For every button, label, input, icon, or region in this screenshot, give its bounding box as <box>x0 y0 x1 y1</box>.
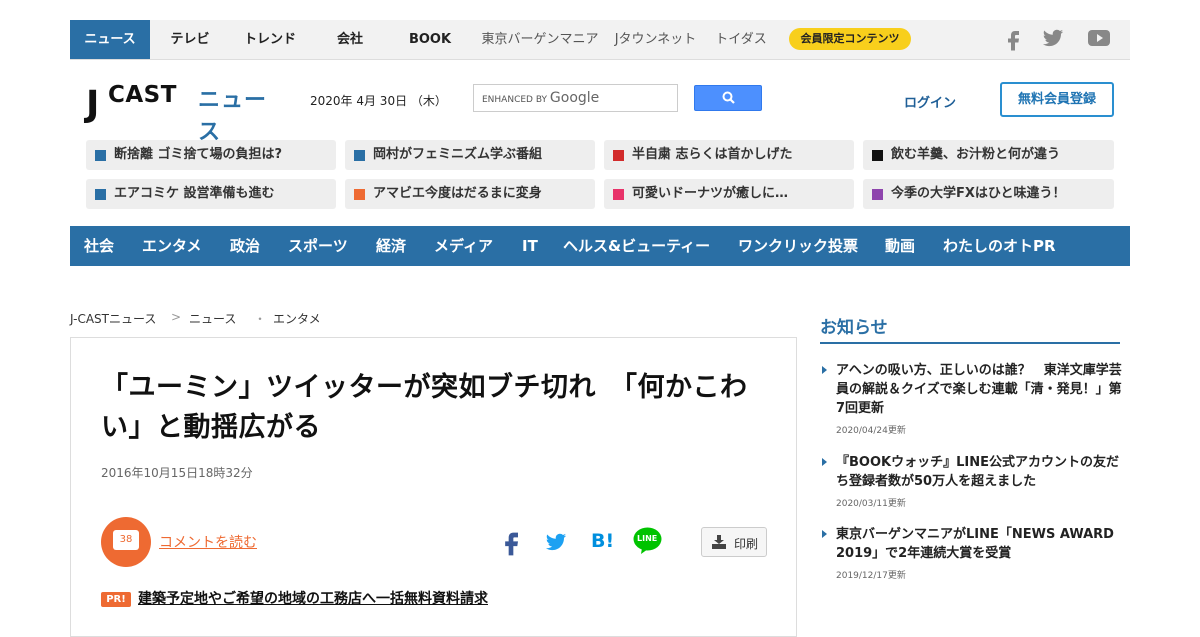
topic-marker <box>95 150 106 161</box>
top-nav-item-book[interactable]: BOOK <box>395 20 465 59</box>
topic-chip[interactable]: 断捨離 ゴミ捨て場の負担は? <box>86 140 336 170</box>
topic-label: 可愛いドーナツが癒しに… <box>632 186 789 201</box>
topic-marker <box>354 189 365 200</box>
article-headline: 「ユーミン」ツイッターが突如ブチ切れ 「何かこわい」と動揺広がる <box>101 372 748 443</box>
logo-j: J <box>86 84 100 125</box>
category-one-click-vote[interactable]: ワンクリック投票 <box>738 226 858 266</box>
topic-marker <box>613 150 624 161</box>
notice-title[interactable]: 『BOOKウォッチ』LINE公式アカウントの友だち登録者数が50万人を超えました <box>836 453 1126 491</box>
topic-chip[interactable]: 半自粛 志らくは首かしげた <box>604 140 854 170</box>
category-it[interactable]: IT <box>522 226 538 266</box>
search-button[interactable] <box>694 85 762 111</box>
search-input[interactable]: ENHANCED BY Google <box>473 84 678 112</box>
search-icon <box>722 91 735 104</box>
top-nav-item-company[interactable]: 会社 <box>315 20 385 59</box>
youtube-icon[interactable] <box>1087 27 1111 49</box>
notices-divider <box>820 342 1120 344</box>
printer-icon <box>712 535 726 549</box>
search-enhanced-label: ENHANCED BY <box>482 95 548 105</box>
topic-chip[interactable]: エアコミケ 設営準備も進む <box>86 179 336 209</box>
current-date: 2020年 4月 30日 （木） <box>310 94 447 108</box>
facebook-icon[interactable] <box>1005 27 1021 51</box>
topic-chip[interactable]: 飲む羊羹、お汁粉と何が違う <box>863 140 1114 170</box>
topic-label: エアコミケ 設営準備も進む <box>114 186 275 201</box>
category-video[interactable]: 動画 <box>885 226 915 266</box>
category-nav: 社会 エンタメ 政治 スポーツ 経済 メディア IT ヘルス&ビューティー ワン… <box>70 226 1130 266</box>
category-health-beauty[interactable]: ヘルス&ビューティー <box>563 226 710 266</box>
topic-chip[interactable]: 今季の大学FXはひと味違う！ <box>863 179 1114 209</box>
breadcrumb-entertainment[interactable]: エンタメ <box>273 310 321 327</box>
article-date: 2016年10月15日18時32分 <box>101 466 253 480</box>
member-content-button[interactable]: 会員限定コンテンツ <box>789 28 911 50</box>
topic-chip[interactable]: 可愛いドーナツが癒しに… <box>604 179 854 209</box>
search-google-label: Google <box>549 90 600 106</box>
breadcrumb-separator: > <box>171 310 182 324</box>
line-icon[interactable]: LINE <box>633 527 662 554</box>
logo-news: ニュース <box>198 88 268 145</box>
top-nav-item-trend[interactable]: トレンド <box>235 20 305 59</box>
bullet-arrow-icon <box>822 530 827 538</box>
comment-count-badge[interactable]: 38 <box>101 517 151 567</box>
topic-label: 今季の大学FXはひと味違う！ <box>891 186 1066 201</box>
topic-label: 岡村がフェミニズム学ぶ番組 <box>373 147 543 162</box>
read-comments-link[interactable]: コメントを読む <box>159 532 257 552</box>
pr-badge: PR! <box>101 592 131 607</box>
twitter-icon[interactable] <box>544 531 568 553</box>
comment-count: 38 <box>113 530 139 550</box>
topic-chip[interactable]: アマビエ今度はだるまに変身 <box>345 179 595 209</box>
category-society[interactable]: 社会 <box>84 226 114 266</box>
topic-label: 断捨離 ゴミ捨て場の負担は? <box>114 147 283 162</box>
login-link[interactable]: ログイン <box>904 92 956 111</box>
category-sports[interactable]: スポーツ <box>288 226 348 266</box>
breadcrumb-separator: ・ <box>254 312 267 326</box>
top-nav-item-news[interactable]: ニュース <box>70 20 150 59</box>
topic-marker <box>872 189 883 200</box>
topic-label: アマビエ今度はだるまに変身 <box>373 186 542 201</box>
category-economy[interactable]: 経済 <box>376 226 406 266</box>
bullet-arrow-icon <box>822 458 827 466</box>
top-nav-item-toidas[interactable]: トイダス <box>708 20 774 59</box>
topic-marker <box>95 189 106 200</box>
register-button[interactable]: 無料会員登録 <box>1000 82 1114 117</box>
notice-date: 2019/12/17更新 <box>836 571 906 581</box>
top-nav: ニュース テレビ トレンド 会社 BOOK 東京バーゲンマニア Jタウンネット … <box>70 20 1130 60</box>
topic-label: 半自粛 志らくは首かしげた <box>632 147 793 162</box>
notice-title[interactable]: 東京バーゲンマニアがLINE「NEWS AWARD 2019」で2年連続大賞を受… <box>836 525 1126 563</box>
category-entertainment[interactable]: エンタメ <box>142 226 202 266</box>
facebook-icon[interactable] <box>501 528 521 556</box>
breadcrumb-home[interactable]: J-CASTニュース <box>70 310 156 327</box>
notices-heading: お知らせ <box>820 318 888 338</box>
topic-label: 飲む羊羹、お汁粉と何が違う <box>891 147 1061 162</box>
category-politics[interactable]: 政治 <box>230 226 260 266</box>
twitter-icon[interactable] <box>1042 27 1064 49</box>
topic-marker <box>872 150 883 161</box>
topic-marker <box>354 150 365 161</box>
breadcrumb-news[interactable]: ニュース <box>189 310 236 327</box>
top-nav-item-j-town-net[interactable]: Jタウンネット <box>608 20 703 59</box>
bullet-arrow-icon <box>822 366 827 374</box>
print-button[interactable]: 印刷 <box>701 527 767 557</box>
topic-marker <box>613 189 624 200</box>
notice-date: 2020/04/24更新 <box>836 426 906 436</box>
category-media[interactable]: メディア <box>434 226 493 266</box>
print-label: 印刷 <box>734 537 759 551</box>
top-nav-item-bargain-mania[interactable]: 東京バーゲンマニア <box>475 20 605 59</box>
pr-link[interactable]: 建築予定地やご希望の地域の工務店へ一括無料資料請求 <box>138 588 488 608</box>
line-label: LINE <box>637 534 658 543</box>
notice-title[interactable]: アヘンの吸い方、正しいのは誰？ 東洋文庫学芸員の解説＆クイズで楽しむ連載「清・発… <box>836 361 1126 418</box>
notice-date: 2020/03/11更新 <box>836 499 906 509</box>
logo-cast: CAST <box>108 82 177 108</box>
top-nav-item-tv[interactable]: テレビ <box>155 20 225 59</box>
site-logo[interactable]: J CAST ニュース <box>84 80 284 145</box>
hatena-bookmark-icon[interactable]: B! <box>591 530 614 552</box>
topic-chip[interactable]: 岡村がフェミニズム学ぶ番組 <box>345 140 595 170</box>
category-watashi-no-oto-pr[interactable]: わたしのオトPR <box>943 226 1056 266</box>
